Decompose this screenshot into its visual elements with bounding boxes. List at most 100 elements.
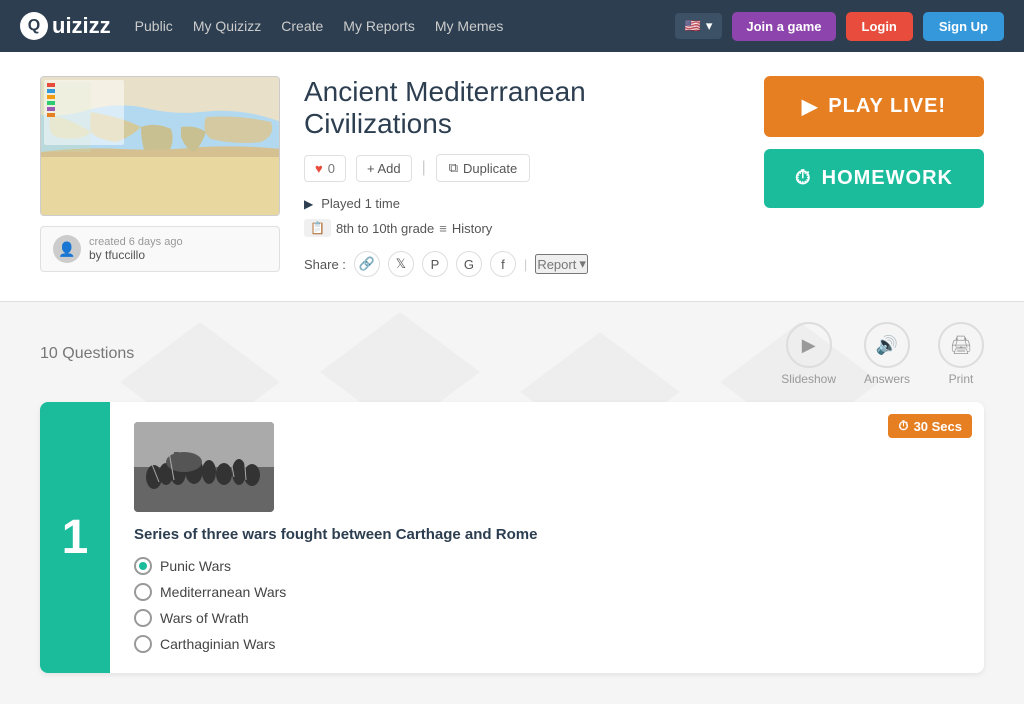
slideshow-icon: ▶ <box>786 322 832 368</box>
answer-item-1: Punic Wars <box>134 557 960 575</box>
question-number: 1 <box>62 510 89 565</box>
share-link-icon[interactable]: 🔗 <box>354 251 380 277</box>
nav-my-quizizz[interactable]: My Quizizz <box>193 18 261 34</box>
login-button[interactable]: Login <box>846 12 913 41</box>
grade-subject: 📋 8th to 10th grade ≡ History <box>304 219 740 237</box>
quiz-actions: ♥ 0 + Add | ⧉ Duplicate <box>304 154 740 182</box>
share-google-icon[interactable]: G <box>456 251 482 277</box>
share-row: Share : 🔗 𝕏 P G f | Report ▾ <box>304 251 740 277</box>
quiz-thumbnail <box>40 76 280 216</box>
questions-tools: ▶ Slideshow 🔊 Answers 🖨 Print <box>781 322 984 386</box>
hero-center: Ancient Mediterranean Civilizations ♥ 0 … <box>304 76 740 277</box>
homework-button[interactable]: ⏱ HOMEWORK <box>764 149 984 208</box>
slideshow-label: Slideshow <box>781 372 836 386</box>
play-live-label: PLAY LIVE! <box>828 95 946 118</box>
duplicate-button[interactable]: ⧉ Duplicate <box>436 154 531 182</box>
answer-radio-1 <box>134 557 152 575</box>
quiz-title: Ancient Mediterranean Civilizations <box>304 76 740 140</box>
grade-badge: 📋 <box>304 219 331 237</box>
add-label: + Add <box>367 161 401 176</box>
language-selector[interactable]: 🇺🇸 ▾ <box>675 13 723 39</box>
nav-public[interactable]: Public <box>135 18 173 34</box>
flag-chevron: ▾ <box>706 18 713 34</box>
heart-icon: ♥ <box>315 161 323 176</box>
share-pinterest-icon[interactable]: P <box>422 251 448 277</box>
answer-label-4: Carthaginian Wars <box>160 636 275 652</box>
share-label: Share : <box>304 257 346 272</box>
duplicate-label: Duplicate <box>463 161 517 176</box>
answer-radio-inner-1 <box>139 562 147 570</box>
answer-radio-4 <box>134 635 152 653</box>
navbar: Q uizizz Public My Quizizz Create My Rep… <box>0 0 1024 52</box>
answers-button[interactable]: 🔊 Answers <box>864 322 910 386</box>
print-button[interactable]: 🖨 Print <box>938 322 984 386</box>
question-body: ⏱ 30 Secs <box>110 402 984 673</box>
questions-count: 10 Questions <box>40 345 134 363</box>
navbar-right: 🇺🇸 ▾ Join a game Login Sign Up <box>675 12 1004 41</box>
questions-header: 10 Questions ▶ Slideshow 🔊 Answers 🖨 Pri… <box>40 322 984 386</box>
play-live-icon: ▶ <box>802 94 818 119</box>
join-game-button[interactable]: Join a game <box>732 12 835 41</box>
slideshow-button[interactable]: ▶ Slideshow <box>781 322 836 386</box>
homework-label: HOMEWORK <box>822 167 953 190</box>
played-time: Played 1 time <box>321 196 400 211</box>
timer-value: 30 Secs <box>914 419 962 434</box>
question-card: 1 ⏱ 30 Secs <box>40 402 984 673</box>
creator-name: by tfuccillo <box>89 248 183 262</box>
logo-q: Q <box>20 12 48 40</box>
like-button[interactable]: ♥ 0 <box>304 155 346 182</box>
play-live-button[interactable]: ▶ PLAY LIVE! <box>764 76 984 137</box>
answer-label-3: Wars of Wrath <box>160 610 249 626</box>
answer-radio-3 <box>134 609 152 627</box>
print-label: Print <box>949 372 974 386</box>
report-button[interactable]: Report ▾ <box>535 254 588 274</box>
nav-my-memes[interactable]: My Memes <box>435 18 503 34</box>
grade-label: 8th to 10th grade <box>336 221 434 236</box>
share-divider: | <box>524 257 527 272</box>
answer-list: Punic Wars Mediterranean Wars Wars of Wr… <box>134 557 960 653</box>
logo-text: uizizz <box>52 13 111 39</box>
question-card-wrapper: 1 ⏱ 30 Secs <box>40 402 984 673</box>
nav-my-reports[interactable]: My Reports <box>343 18 415 34</box>
creator-time: created 6 days ago <box>89 236 183 248</box>
answer-radio-2 <box>134 583 152 601</box>
like-count: 0 <box>328 161 335 176</box>
question-text: Series of three wars fought between Cart… <box>134 526 960 543</box>
creator-info: 👤 created 6 days ago by tfuccillo <box>40 226 280 272</box>
nav-create[interactable]: Create <box>281 18 323 34</box>
answer-item-2: Mediterranean Wars <box>134 583 960 601</box>
share-twitter-icon[interactable]: 𝕏 <box>388 251 414 277</box>
print-icon: 🖨 <box>938 322 984 368</box>
navbar-links: Public My Quizizz Create My Reports My M… <box>135 18 651 34</box>
homework-icon: ⏱ <box>795 167 812 190</box>
logo: Q uizizz <box>20 12 111 40</box>
creator-text: created 6 days ago by tfuccillo <box>89 236 183 262</box>
question-number-bar: 1 <box>40 402 110 673</box>
hero-right: ▶ PLAY LIVE! ⏱ HOMEWORK <box>764 76 984 208</box>
avatar: 👤 <box>53 235 81 263</box>
hero-left: 👤 created 6 days ago by tfuccillo <box>40 76 280 272</box>
play-icon: ▶ <box>304 197 313 211</box>
played-info: ▶ Played 1 time <box>304 196 740 211</box>
timer-icon: ⏱ <box>898 418 908 434</box>
report-chevron: ▾ <box>579 256 586 272</box>
report-label: Report <box>537 257 576 272</box>
subject-label: History <box>452 221 492 236</box>
answer-label-2: Mediterranean Wars <box>160 584 286 600</box>
hero-section: 👤 created 6 days ago by tfuccillo Ancien… <box>0 52 1024 302</box>
map-image <box>41 77 280 216</box>
add-button[interactable]: + Add <box>356 155 412 182</box>
share-facebook-icon[interactable]: f <box>490 251 516 277</box>
answer-item-3: Wars of Wrath <box>134 609 960 627</box>
answers-icon: 🔊 <box>864 322 910 368</box>
divider: | <box>422 159 426 177</box>
answer-item-4: Carthaginian Wars <box>134 635 960 653</box>
question-image <box>134 422 274 512</box>
timer-badge: ⏱ 30 Secs <box>888 414 972 438</box>
flag-icon: 🇺🇸 <box>685 18 701 34</box>
list-icon: ≡ <box>439 221 447 236</box>
questions-section: 10 Questions ▶ Slideshow 🔊 Answers 🖨 Pri… <box>0 302 1024 693</box>
duplicate-icon: ⧉ <box>449 160 458 176</box>
answer-label-1: Punic Wars <box>160 558 231 574</box>
signup-button[interactable]: Sign Up <box>923 12 1004 41</box>
